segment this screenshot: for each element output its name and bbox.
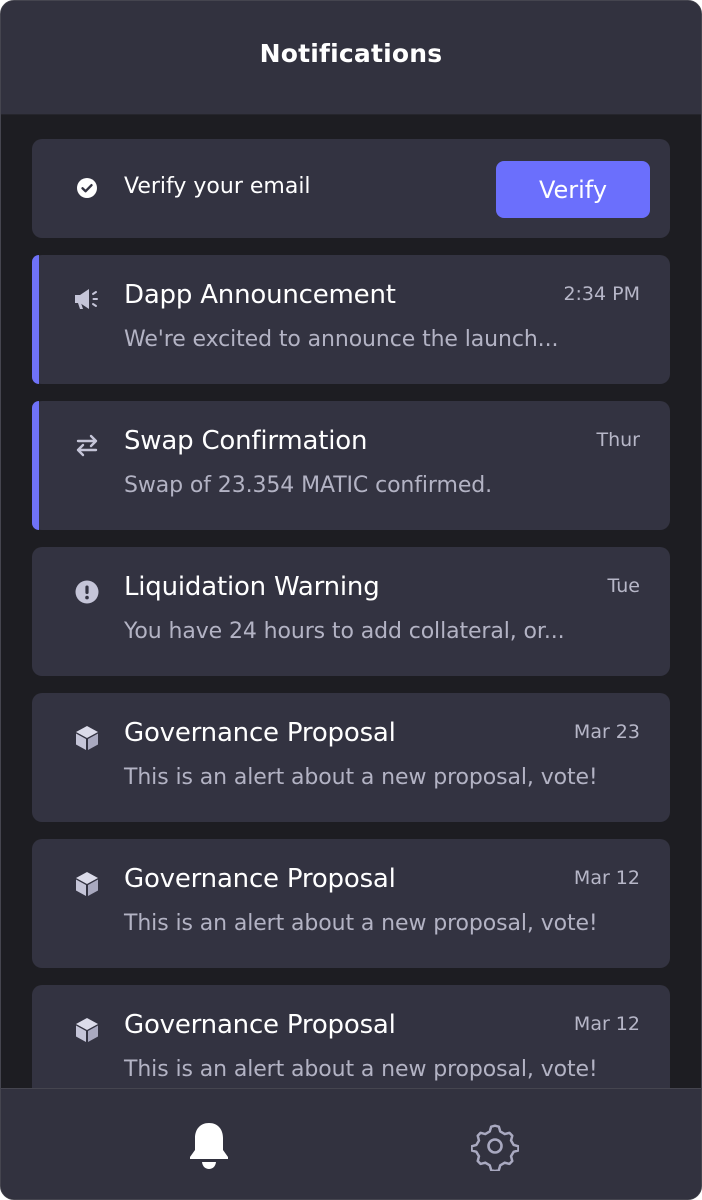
notification-time: 2:34 PM <box>563 283 640 305</box>
gear-icon[interactable] <box>471 1119 519 1171</box>
notification-time: Thur <box>596 429 640 451</box>
notification-time: Tue <box>607 575 640 597</box>
notification-body: We're excited to announce the launch... <box>124 327 559 352</box>
notification-item[interactable]: Liquidation Warning Tue You have 24 hour… <box>32 547 670 676</box>
notification-body: You have 24 hours to add collateral, or.… <box>124 619 565 644</box>
notification-title: Dapp Announcement <box>124 280 396 310</box>
verify-email-card: Verify your email Verify <box>32 139 670 238</box>
check-circle-icon <box>77 178 97 198</box>
unread-indicator <box>32 255 39 384</box>
notification-item[interactable]: Governance Proposal Mar 12 This is an al… <box>32 839 670 968</box>
verify-email-text: Verify your email <box>124 174 311 199</box>
megaphone-icon <box>75 289 98 309</box>
notification-body: This is an alert about a new proposal, v… <box>124 1057 598 1082</box>
notification-time: Mar 23 <box>573 721 640 743</box>
cube-icon <box>76 872 98 896</box>
notification-item[interactable]: Governance Proposal Mar 12 This is an al… <box>32 985 670 1088</box>
notification-title: Governance Proposal <box>124 1010 396 1040</box>
notification-item[interactable]: Dapp Announcement 2:34 PM We're excited … <box>32 255 670 384</box>
notification-item[interactable]: Swap Confirmation Thur Swap of 23.354 MA… <box>32 401 670 530</box>
notifications-panel: Notifications Verify your email Verify D… <box>0 0 702 1200</box>
cube-icon <box>76 1018 98 1042</box>
notification-time: Mar 12 <box>573 1013 640 1035</box>
notification-title: Swap Confirmation <box>124 426 368 456</box>
bell-icon[interactable] <box>185 1119 233 1171</box>
swap-arrows-icon <box>76 434 98 457</box>
notification-time: Mar 12 <box>573 867 640 889</box>
unread-indicator <box>32 401 39 530</box>
notification-title: Governance Proposal <box>124 718 396 748</box>
notification-body: This is an alert about a new proposal, v… <box>124 911 598 936</box>
warning-circle-icon <box>75 580 99 604</box>
bottom-tab-bar <box>1 1088 701 1199</box>
page-title: Notifications <box>259 39 443 68</box>
notification-title: Governance Proposal <box>124 864 396 894</box>
header: Notifications <box>1 1 701 115</box>
notification-title: Liquidation Warning <box>124 572 380 602</box>
verify-button[interactable]: Verify <box>496 161 650 218</box>
notification-item[interactable]: Governance Proposal Mar 23 This is an al… <box>32 693 670 822</box>
notification-list[interactable]: Verify your email Verify Dapp Announceme… <box>1 115 701 1088</box>
notification-body: This is an alert about a new proposal, v… <box>124 765 598 790</box>
notification-body: Swap of 23.354 MATIC confirmed. <box>124 473 493 498</box>
cube-icon <box>76 726 98 750</box>
